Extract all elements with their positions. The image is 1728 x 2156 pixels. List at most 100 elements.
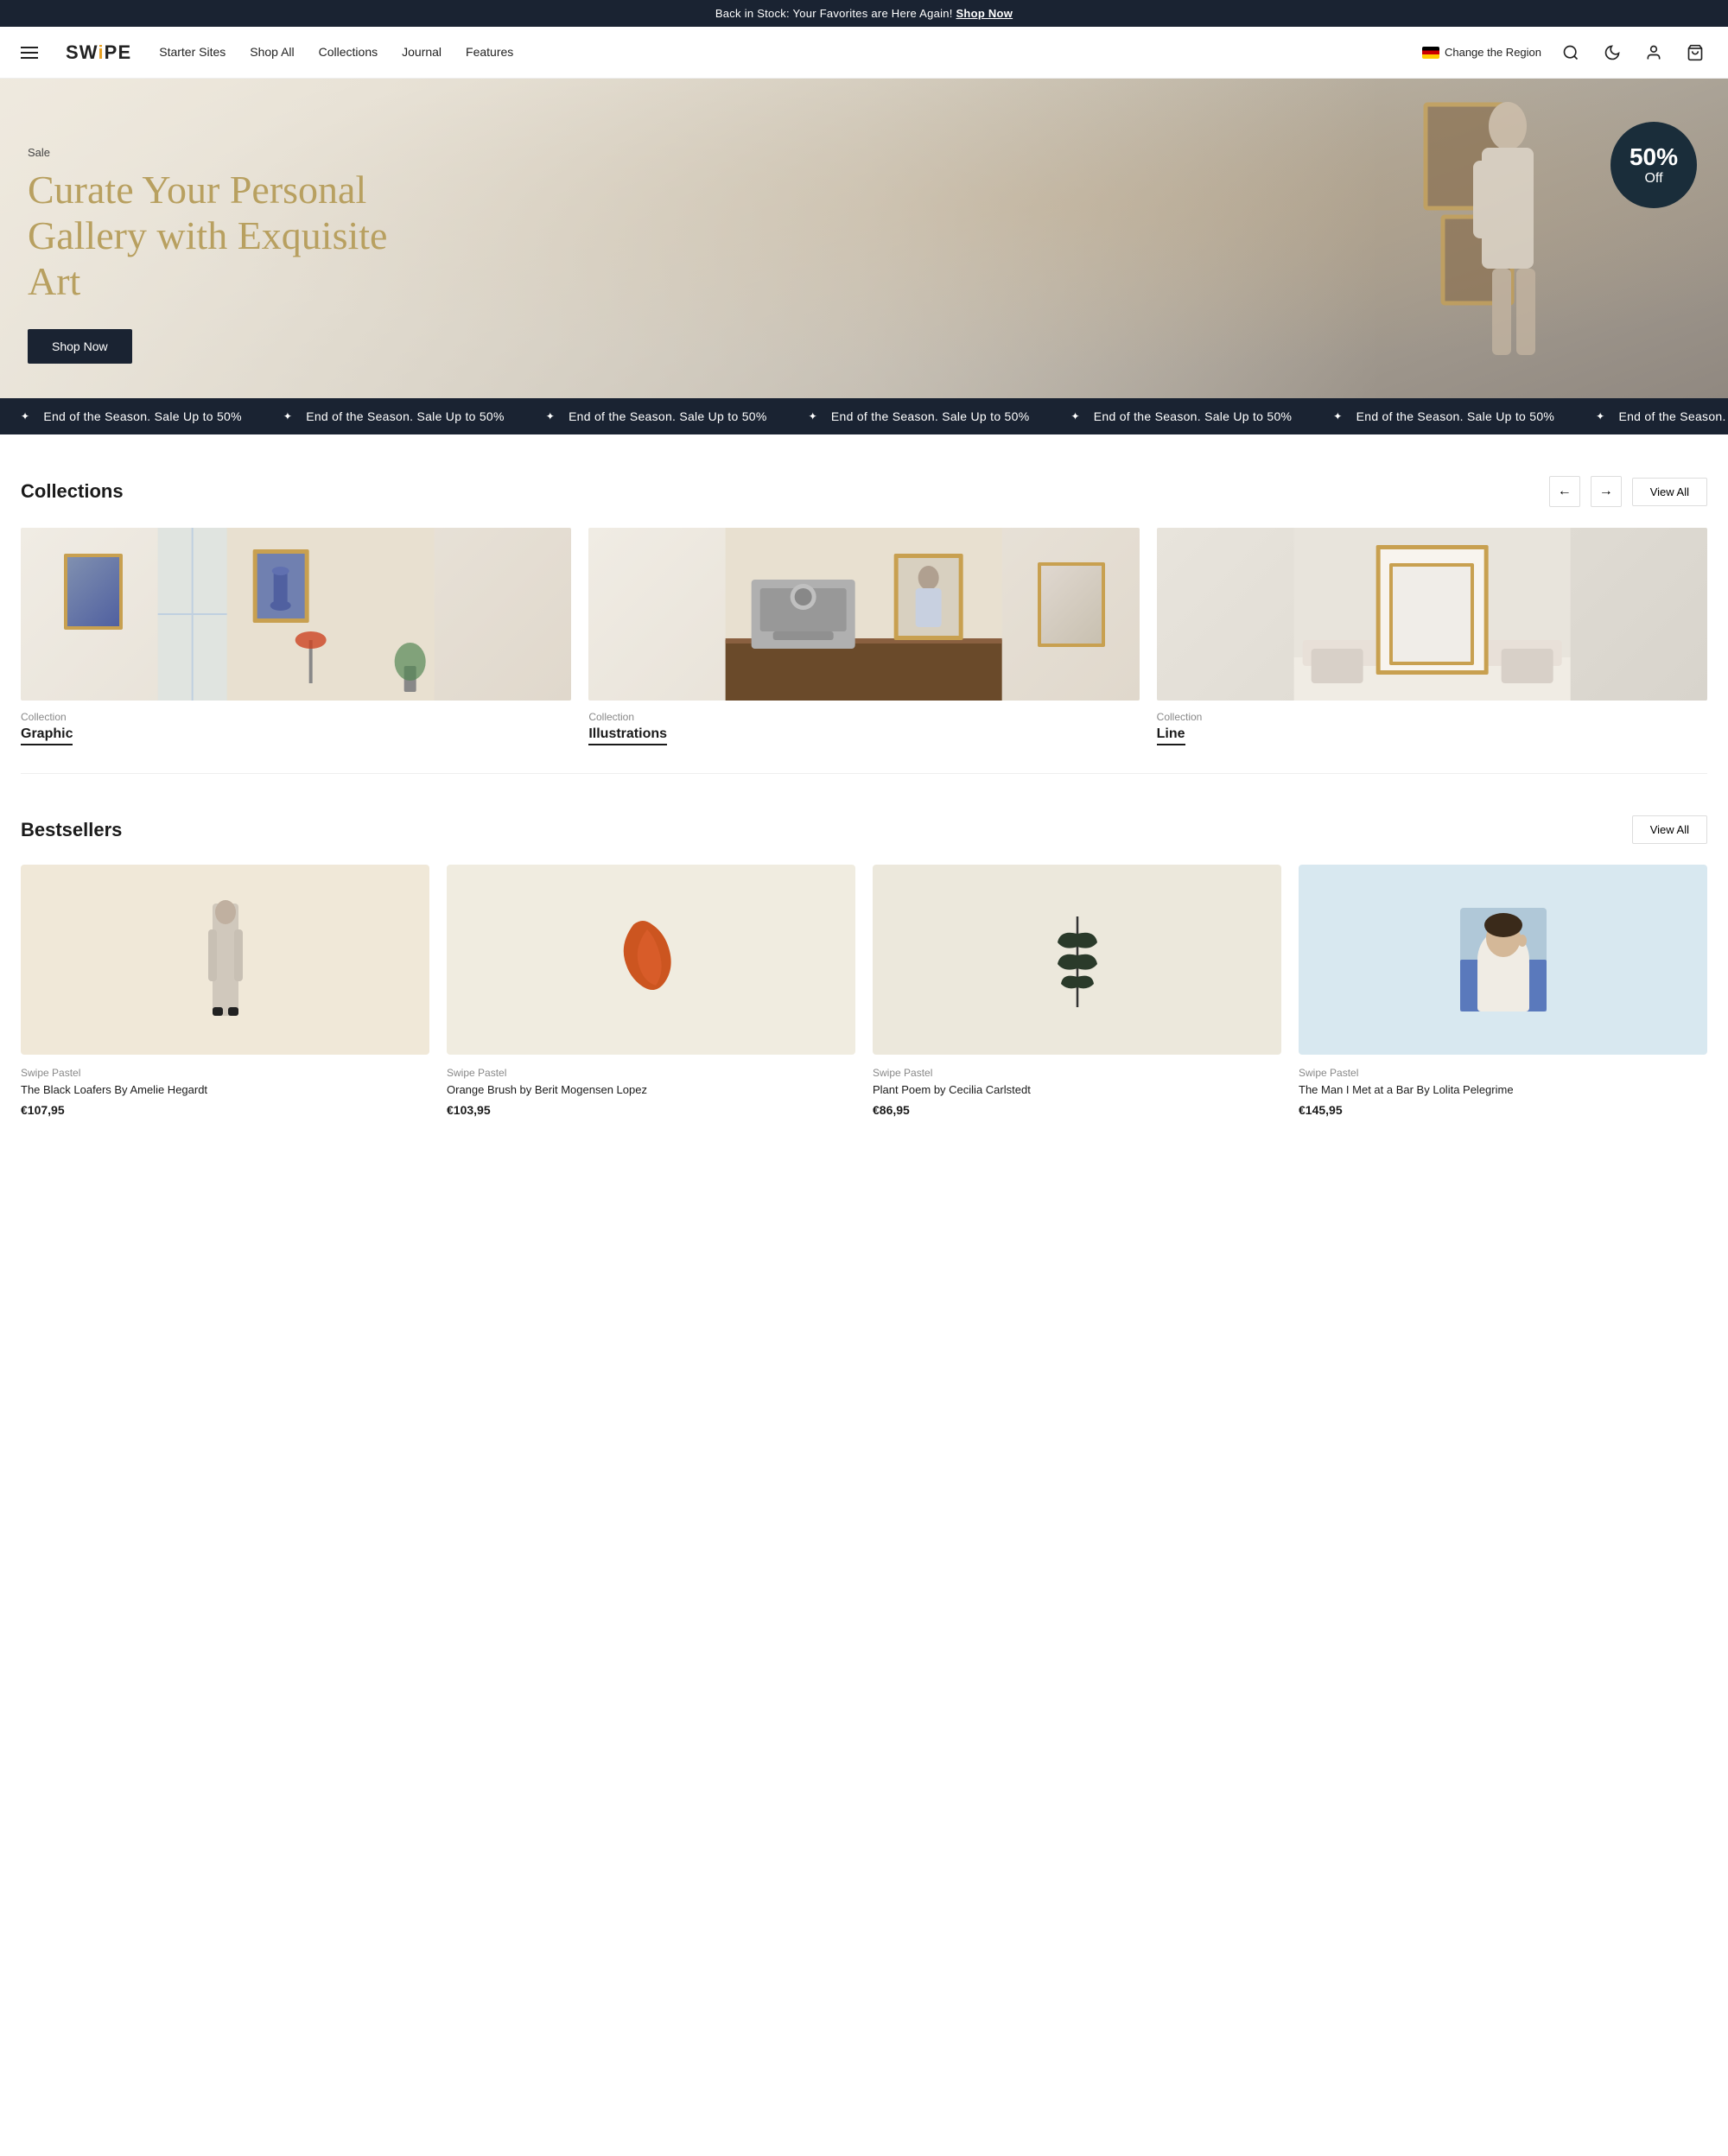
marquee-star: ✦ (1333, 410, 1342, 422)
product-brand-4: Swipe Pastel (1299, 1067, 1707, 1079)
marquee-star: ✦ (1070, 410, 1079, 422)
product-price-2: €103,95 (447, 1103, 855, 1117)
cart-icon (1687, 44, 1704, 61)
german-flag-icon (1422, 47, 1439, 59)
hero-section: 50% Off Sale Curate Your Personal Galler… (0, 79, 1728, 398)
nav-item-collections[interactable]: Collections (319, 45, 378, 60)
discount-percent: 50% (1630, 143, 1678, 171)
marquee-text-7: End of the Season. Sale Up to 50% (1619, 409, 1728, 423)
collection-name-line: Line (1157, 726, 1185, 745)
nav-item-shop[interactable]: Shop All (250, 45, 294, 60)
marquee-item: ✦ End of the Season. Sale Up to 50% (263, 409, 525, 423)
product-art-1 (191, 899, 260, 1020)
product-art-2 (608, 908, 695, 1011)
hero-title: Curate Your Personal Gallery with Exquis… (28, 168, 422, 305)
account-icon (1645, 44, 1662, 61)
collections-header: Collections ← → View All (21, 476, 1707, 507)
marquee-item: ✦ End of the Season. Sale Up to 50% (525, 409, 788, 423)
product-art-3 (1047, 908, 1108, 1011)
hero-sale-label: Sale (28, 146, 422, 159)
collection-card-illustrations[interactable]: Collection Illustrations (588, 528, 1139, 745)
product-name-3: Plant Poem by Cecilia Carlstedt (873, 1082, 1281, 1098)
marquee-text-5: End of the Season. Sale Up to 50% (1094, 409, 1293, 423)
collection-img-graphic (21, 528, 571, 701)
bestsellers-view-all-button[interactable]: View All (1632, 815, 1707, 844)
marquee-item: ✦ End of the Season. Sale Up to 50% (0, 409, 263, 423)
moon-icon (1604, 44, 1621, 61)
product-brand-1: Swipe Pastel (21, 1067, 429, 1079)
product-brand-2: Swipe Pastel (447, 1067, 855, 1079)
product-card-1[interactable]: Swipe Pastel The Black Loafers By Amelie… (21, 865, 429, 1117)
product-art-4 (1460, 908, 1547, 1011)
col-img-bg-3 (1157, 528, 1707, 701)
illustrations-collection-art (588, 528, 1139, 701)
collection-img-line (1157, 528, 1707, 701)
marquee-text-4: End of the Season. Sale Up to 50% (831, 409, 1030, 423)
cart-button[interactable] (1683, 41, 1707, 65)
marquee-track: ✦ End of the Season. Sale Up to 50% ✦ En… (0, 409, 1728, 423)
product-card-4[interactable]: Swipe Pastel The Man I Met at a Bar By L… (1299, 865, 1707, 1117)
collection-label-illustrations: Collection (588, 711, 1139, 723)
marquee-item: ✦ End of the Season. Sale Up to 50% (788, 409, 1051, 423)
collections-controls: ← → View All (1549, 476, 1707, 507)
marquee-star: ✦ (546, 410, 555, 422)
hero-cta-button[interactable]: Shop Now (28, 329, 132, 364)
product-price-3: €86,95 (873, 1103, 1281, 1117)
collection-label-line: Collection (1157, 711, 1707, 723)
collection-card-graphic[interactable]: Collection Graphic (21, 528, 571, 745)
marquee-item: ✦ End of the Season. Sale Up to 50% (1575, 409, 1728, 423)
account-button[interactable] (1642, 41, 1666, 65)
nav-item-journal[interactable]: Journal (402, 45, 442, 60)
hamburger-menu[interactable] (21, 47, 38, 59)
announcement-bar: Back in Stock: Your Favorites are Here A… (0, 0, 1728, 27)
search-button[interactable] (1559, 41, 1583, 65)
dark-mode-button[interactable] (1600, 41, 1624, 65)
product-price-4: €145,95 (1299, 1103, 1707, 1117)
marquee-text-3: End of the Season. Sale Up to 50% (569, 409, 767, 423)
product-img-2 (447, 865, 855, 1055)
graphic-collection-art (21, 528, 571, 701)
product-name-4: The Man I Met at a Bar By Lolita Pelegri… (1299, 1082, 1707, 1098)
marquee-text-6: End of the Season. Sale Up to 50% (1356, 409, 1555, 423)
product-price-1: €107,95 (21, 1103, 429, 1117)
marquee-star: ✦ (1596, 410, 1604, 422)
header-right: Change the Region (1422, 41, 1707, 65)
bestsellers-header: Bestsellers View All (21, 815, 1707, 844)
marquee-item: ✦ End of the Season. Sale Up to 50% (1050, 409, 1312, 423)
logo[interactable]: SWiPE (66, 41, 131, 64)
collection-card-line[interactable]: Collection Line (1157, 528, 1707, 745)
col-img-bg-1 (21, 528, 571, 701)
product-card-2[interactable]: Swipe Pastel Orange Brush by Berit Mogen… (447, 865, 855, 1117)
product-img-4 (1299, 865, 1707, 1055)
collections-prev-button[interactable]: ← (1549, 476, 1580, 507)
bestsellers-title: Bestsellers (21, 819, 122, 841)
collections-next-button[interactable]: → (1591, 476, 1622, 507)
collections-section: Collections ← → View All (0, 434, 1728, 773)
marquee-star: ✦ (283, 410, 292, 422)
product-name-1: The Black Loafers By Amelie Hegardt (21, 1082, 429, 1098)
region-selector[interactable]: Change the Region (1422, 46, 1541, 59)
marquee-item: ✦ End of the Season. Sale Up to 50% (1312, 409, 1575, 423)
header: SWiPE Starter Sites Shop All Collections… (0, 27, 1728, 79)
marquee-text-2: End of the Season. Sale Up to 50% (306, 409, 505, 423)
collection-label-graphic: Collection (21, 711, 571, 723)
collection-img-illustrations (588, 528, 1139, 701)
product-img-1 (21, 865, 429, 1055)
col-img-bg-2 (588, 528, 1139, 701)
product-card-3[interactable]: Swipe Pastel Plant Poem by Cecilia Carls… (873, 865, 1281, 1117)
marquee-bar: ✦ End of the Season. Sale Up to 50% ✦ En… (0, 398, 1728, 434)
announcement-link[interactable]: Shop Now (956, 7, 1013, 20)
header-left: SWiPE Starter Sites Shop All Collections… (21, 41, 513, 64)
discount-off: Off (1644, 171, 1662, 187)
nav-item-starter[interactable]: Starter Sites (159, 45, 226, 60)
collections-view-all-button[interactable]: View All (1632, 478, 1707, 506)
nav-item-features[interactable]: Features (466, 45, 513, 60)
product-img-3 (873, 865, 1281, 1055)
region-label: Change the Region (1445, 46, 1541, 59)
collection-name-illustrations: Illustrations (588, 726, 667, 745)
discount-badge: 50% Off (1610, 122, 1697, 208)
marquee-text-1: End of the Season. Sale Up to 50% (43, 409, 242, 423)
marquee-star: ✦ (809, 410, 817, 422)
announcement-text: Back in Stock: Your Favorites are Here A… (715, 7, 956, 20)
product-brand-3: Swipe Pastel (873, 1067, 1281, 1079)
